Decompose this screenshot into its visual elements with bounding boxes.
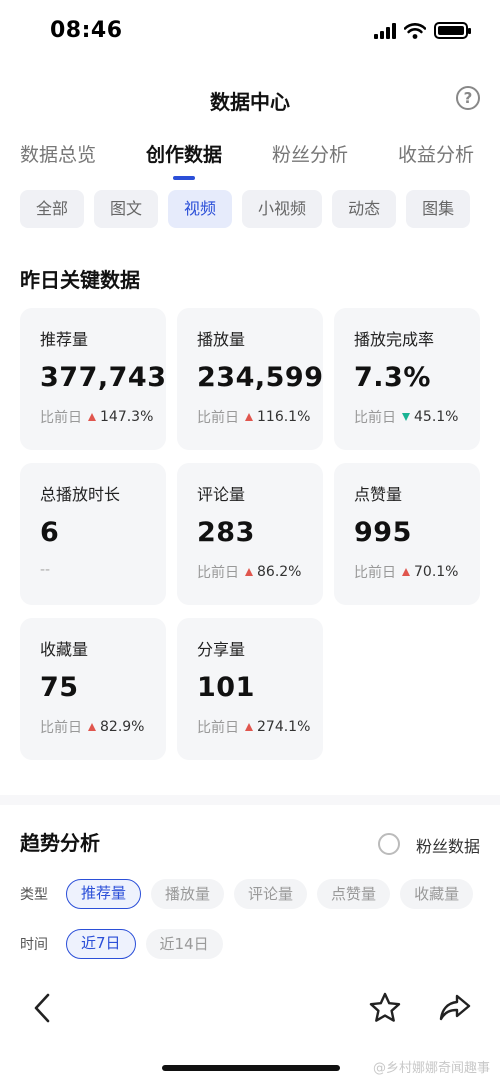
metric-value: 995 xyxy=(354,517,412,548)
trend-up-icon xyxy=(245,568,253,576)
metric-card-shares[interactable]: 分享量 101 比前日 274.1% xyxy=(177,618,323,760)
chip-video[interactable]: 视频 xyxy=(168,190,233,228)
main-tabs: 数据总览 创作数据 粉丝分析 收益分析 xyxy=(0,130,500,182)
share-icon[interactable] xyxy=(438,991,472,1025)
metric-label: 推荐量 xyxy=(40,330,89,349)
metric-value: 377,743 xyxy=(40,362,167,393)
chip-short-video[interactable]: 小视频 xyxy=(242,190,323,228)
compare-label: 比前日 xyxy=(354,410,396,426)
metric-card-likes[interactable]: 点赞量 995 比前日 70.1% xyxy=(334,463,480,605)
section-title: 昨日关键数据 xyxy=(20,268,140,292)
type-filter-row: 类型 推荐量 播放量 评论量 点赞量 收藏量 xyxy=(20,879,474,909)
chip-all[interactable]: 全部 xyxy=(20,190,85,228)
trend-title: 趋势分析 xyxy=(20,831,100,855)
home-indicator xyxy=(162,1065,340,1071)
type-label: 类型 xyxy=(20,887,48,903)
type-pill-recommend[interactable]: 推荐量 xyxy=(66,879,142,909)
tab-fans-analysis[interactable]: 粉丝分析 xyxy=(272,130,348,182)
compare-label: 比前日 xyxy=(40,410,82,426)
fans-data-label[interactable]: 粉丝数据 xyxy=(416,833,480,857)
metric-value: 234,599 xyxy=(197,362,324,393)
compare-value: 82.9% xyxy=(100,719,145,735)
metric-card-completion-rate[interactable]: 播放完成率 7.3% 比前日 45.1% xyxy=(334,308,480,450)
metric-card-comments[interactable]: 评论量 283 比前日 86.2% xyxy=(177,463,323,605)
signal-icon xyxy=(374,22,396,39)
trend-up-icon xyxy=(402,568,410,576)
metric-label: 评论量 xyxy=(197,485,246,504)
trend-section: 趋势分析 粉丝数据 类型 推荐量 播放量 评论量 点赞量 收藏量 时间 近7日 … xyxy=(0,805,500,975)
metric-compare: 比前日 45.1% xyxy=(354,407,460,427)
time-label: 时间 xyxy=(20,937,48,953)
page-title: 数据中心 xyxy=(210,90,290,114)
compare-label: 比前日 xyxy=(197,410,239,426)
compare-value: 70.1% xyxy=(414,564,459,580)
metric-value: 7.3% xyxy=(354,362,431,393)
metric-compare: 比前日 116.1% xyxy=(197,407,310,427)
chip-article[interactable]: 图文 xyxy=(94,190,159,228)
key-data-section: 昨日关键数据 推荐量 377,743 比前日 147.3% 播放量 234,59… xyxy=(0,240,500,795)
metric-value: 75 xyxy=(40,672,79,703)
compare-label: 比前日 xyxy=(197,720,239,736)
back-icon[interactable] xyxy=(28,991,58,1025)
compare-label: 比前日 xyxy=(40,720,82,736)
compare-label: 比前日 xyxy=(197,565,239,581)
type-pill-likes[interactable]: 点赞量 xyxy=(317,879,391,909)
tab-income-analysis[interactable]: 收益分析 xyxy=(398,130,474,182)
type-pill-comments[interactable]: 评论量 xyxy=(234,879,308,909)
metric-compare: 比前日 70.1% xyxy=(354,562,460,582)
tab-creation-data[interactable]: 创作数据 xyxy=(146,130,222,182)
status-time: 08:46 xyxy=(50,18,123,43)
compare-value: 116.1% xyxy=(257,409,311,425)
compare-value: 274.1% xyxy=(257,719,311,735)
metric-label: 分享量 xyxy=(197,640,246,659)
trend-up-icon xyxy=(245,413,253,421)
metric-card-total-duration[interactable]: 总播放时长 6 -- xyxy=(20,463,166,605)
compare-placeholder: -- xyxy=(40,562,51,578)
time-filter-row: 时间 近7日 近14日 xyxy=(20,929,223,959)
metric-value: 283 xyxy=(197,517,255,548)
trend-down-icon xyxy=(402,413,410,421)
trend-up-icon xyxy=(245,723,253,731)
chip-gallery[interactable]: 图集 xyxy=(406,190,471,228)
time-pill-14d[interactable]: 近14日 xyxy=(145,929,223,959)
metric-value: 6 xyxy=(40,517,60,548)
fans-data-radio[interactable] xyxy=(378,833,400,855)
compare-label: 比前日 xyxy=(354,565,396,581)
wifi-icon xyxy=(404,22,426,39)
help-icon[interactable]: ? xyxy=(456,86,480,110)
metric-label: 收藏量 xyxy=(40,640,89,659)
metric-label: 点赞量 xyxy=(354,485,403,504)
metric-card-recommend[interactable]: 推荐量 377,743 比前日 147.3% xyxy=(20,308,166,450)
compare-value: 45.1% xyxy=(414,409,459,425)
metric-compare: 比前日 82.9% xyxy=(40,717,146,737)
bottom-toolbar: @乡村娜娜奇闻趣事 xyxy=(0,975,500,1082)
content-type-chips: 全部 图文 视频 小视频 动态 图集 xyxy=(0,182,500,240)
metric-label: 播放完成率 xyxy=(354,330,435,349)
header: 数据中心 ? xyxy=(0,66,500,130)
metric-compare: 比前日 86.2% xyxy=(197,562,303,582)
trend-up-icon xyxy=(88,413,96,421)
status-bar: 08:46 xyxy=(0,0,500,66)
time-pill-7d[interactable]: 近7日 xyxy=(66,929,136,959)
battery-icon xyxy=(434,22,471,39)
type-pill-plays[interactable]: 播放量 xyxy=(151,879,225,909)
watermark: @乡村娜娜奇闻趣事 xyxy=(372,1061,490,1076)
metric-label: 播放量 xyxy=(197,330,246,349)
star-icon[interactable] xyxy=(368,991,402,1025)
metric-value: 101 xyxy=(197,672,255,703)
metric-compare: 比前日 147.3% xyxy=(40,407,153,427)
metric-card-plays[interactable]: 播放量 234,599 比前日 116.1% xyxy=(177,308,323,450)
type-pill-favorites[interactable]: 收藏量 xyxy=(400,879,474,909)
metric-card-favorites[interactable]: 收藏量 75 比前日 82.9% xyxy=(20,618,166,760)
tab-overview[interactable]: 数据总览 xyxy=(20,130,96,182)
trend-up-icon xyxy=(88,723,96,731)
compare-value: 86.2% xyxy=(257,564,302,580)
status-icons xyxy=(374,22,471,39)
compare-value: 147.3% xyxy=(100,409,154,425)
metric-compare: 比前日 274.1% xyxy=(197,717,310,737)
chip-moments[interactable]: 动态 xyxy=(332,190,397,228)
metric-label: 总播放时长 xyxy=(40,485,121,504)
